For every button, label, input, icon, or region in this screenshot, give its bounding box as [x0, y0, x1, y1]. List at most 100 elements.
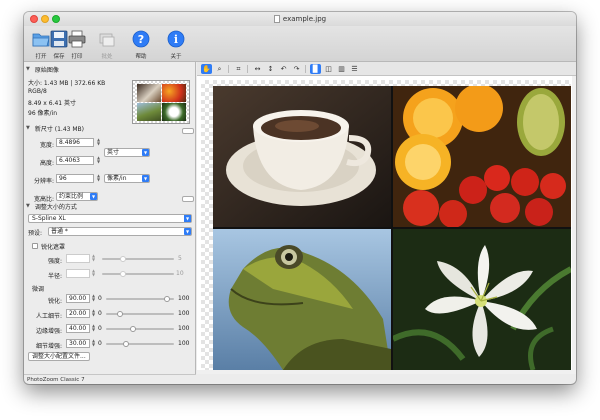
batch-button[interactable]: 批处 — [96, 27, 118, 61]
fine-tune-track-3[interactable] — [106, 343, 174, 345]
batch-icon — [99, 33, 115, 47]
status-bar: PhotoZoom Classic 7 — [24, 374, 196, 384]
about-button[interactable]: i 关于 — [165, 27, 187, 61]
radius-stepper[interactable]: ▲ ▼ — [91, 269, 96, 278]
rotate-left-button[interactable]: ↶ — [278, 64, 289, 74]
fine-tune-label-3: 细节增强: — [35, 343, 62, 350]
window-title: example.jpg — [273, 15, 326, 23]
fine-tune-value-2[interactable]: 40.00 — [66, 324, 90, 333]
aspect-ratio-select[interactable]: 约束比例 ▼ — [56, 192, 98, 201]
resolution-unit-value: 像素/in — [107, 175, 127, 182]
save-label: 保存 — [53, 54, 65, 60]
fine-tune-thumb-0[interactable] — [164, 296, 171, 302]
view-side-by-side-button[interactable]: ▥ — [336, 64, 347, 74]
fine-tune-stepper-1[interactable]: ▲ ▼ — [91, 309, 96, 318]
strength-max: 5 — [178, 255, 182, 262]
fine-tune-track-2[interactable] — [106, 328, 174, 330]
new-size-section-header[interactable]: ▼ 新尺寸 (1.43 MB) — [26, 123, 84, 133]
batch-label: 批处 — [101, 54, 113, 60]
hand-tool-button[interactable]: ✋ — [201, 64, 212, 74]
algorithm-select[interactable]: S-Spline XL ▼ — [28, 214, 192, 223]
height-stepper[interactable]: ▲ ▼ — [96, 156, 101, 165]
resize-profile-button[interactable]: 调整大小配置文件... — [28, 352, 90, 361]
strength-field[interactable] — [66, 254, 90, 263]
title-bar: example.jpg — [24, 12, 576, 26]
fine-tune-stepper-2[interactable]: ▲ ▼ — [91, 324, 96, 333]
view-single-button[interactable]: ▉ — [310, 64, 321, 74]
source-collapse-button[interactable] — [182, 128, 194, 134]
photo-fruits — [393, 86, 571, 227]
rotate-right-button[interactable]: ↷ — [291, 64, 302, 74]
print-button[interactable]: 打印 — [66, 27, 88, 61]
radius-field[interactable] — [66, 269, 90, 278]
fine-tune-stepper-0[interactable]: ▲ ▼ — [91, 294, 96, 303]
strength-slider-thumb[interactable] — [120, 256, 126, 262]
crop-tool-button[interactable]: ⌗ — [233, 64, 244, 74]
strength-stepper[interactable]: ▲ ▼ — [91, 254, 96, 263]
size-unit-select[interactable]: 英寸 ▼ — [104, 148, 150, 157]
fit-width-button[interactable]: ↔ — [252, 64, 263, 74]
resolution-unit-select[interactable]: 像素/in ▼ — [104, 174, 150, 183]
app-window: example.jpg 打开 保存 打印 批处 ? 帮助 i 关于 ▼ 原始图像… — [24, 12, 576, 384]
photo-preview[interactable] — [213, 86, 571, 370]
radius-slider-thumb[interactable] — [120, 271, 126, 277]
fine-tune-thumb-3[interactable] — [123, 341, 130, 347]
main-toolbar: 打开 保存 打印 批处 ? 帮助 i 关于 — [24, 26, 576, 62]
fine-tune-thumb-1[interactable] — [116, 311, 123, 317]
method-section-header[interactable]: ▼ 调整大小的方式 — [26, 201, 77, 211]
resolution-label: 分辨率: — [33, 178, 54, 185]
fine-tune-value-1[interactable]: 20.00 — [66, 309, 90, 318]
view-split-horizontal-button[interactable]: ☰ — [349, 64, 360, 74]
fine-tune-value-3[interactable]: 30.00 — [66, 339, 90, 348]
fine-tune-value-0[interactable]: 90.00 — [66, 294, 90, 303]
fine-tune-thumb-2[interactable] — [130, 326, 137, 332]
unsharp-mask-checkbox[interactable] — [32, 243, 38, 249]
algorithm-value: S-Spline XL — [32, 215, 66, 222]
strength-slider-track[interactable] — [102, 258, 174, 260]
help-icon: ? — [132, 30, 150, 48]
fine-tune-label-2: 边缘增强: — [35, 328, 62, 335]
width-label: 宽度: — [39, 142, 54, 149]
close-window-button[interactable] — [30, 15, 38, 23]
radius-slider-track[interactable] — [102, 273, 174, 275]
horizontal-scrollbar[interactable] — [197, 370, 576, 374]
new-size-collapse-button[interactable] — [182, 196, 194, 202]
fit-height-button[interactable]: ↕ — [265, 64, 276, 74]
chevron-down-icon: ▼ — [90, 193, 97, 200]
fine-tune-max-1: 100 — [178, 310, 190, 317]
help-label: 帮助 — [135, 54, 147, 60]
source-size: 大小: 1.43 MB | 372.66 KB — [28, 80, 106, 87]
photo-coffee-cup — [213, 86, 391, 227]
view-split-vertical-button[interactable]: ◫ — [323, 64, 334, 74]
width-stepper[interactable]: ▲ ▼ — [96, 138, 101, 147]
fine-tune-stepper-3[interactable]: ▲ ▼ — [91, 339, 96, 348]
chevron-down-icon: ▼ — [142, 175, 149, 182]
help-button[interactable]: ? 帮助 — [130, 27, 152, 61]
collapse-triangle-icon: ▼ — [26, 125, 30, 131]
svg-text:?: ? — [138, 33, 144, 46]
thumbnail-lily — [162, 103, 186, 121]
strength-label: 强度: — [47, 258, 62, 265]
resolution-field[interactable]: 96 — [56, 174, 94, 183]
vertical-scrollbar[interactable] — [572, 76, 576, 374]
height-label: 高度: — [39, 160, 54, 167]
chevron-down-icon: ▼ — [184, 228, 191, 235]
resolution-stepper[interactable]: ▲ ▼ — [96, 174, 101, 183]
image-canvas[interactable] — [197, 76, 576, 374]
radius-max: 10 — [176, 270, 184, 277]
preset-select[interactable]: 普通 * ▼ — [48, 227, 192, 236]
width-field[interactable]: 8.4896 — [56, 138, 94, 147]
minimize-window-button[interactable] — [41, 15, 49, 23]
zoom-tool-button[interactable]: ⌕ — [214, 64, 225, 74]
fine-tune-max-3: 100 — [178, 340, 190, 347]
height-field[interactable]: 6.4063 — [56, 156, 94, 165]
fine-tune-max-2: 100 — [178, 325, 190, 332]
settings-sidebar: ▼ 原始图像 大小: 1.43 MB | 372.66 KB RGB/8 8.4… — [24, 62, 196, 374]
maximize-window-button[interactable] — [52, 15, 60, 23]
print-label: 打印 — [71, 54, 83, 60]
new-size-header-label: 新尺寸 (1.43 MB) — [34, 125, 85, 133]
radius-label: 半径: — [47, 273, 62, 280]
thumbnail-frog — [137, 103, 161, 121]
thumbnail-coffee — [137, 84, 161, 102]
source-section-header[interactable]: ▼ 原始图像 — [26, 64, 59, 74]
